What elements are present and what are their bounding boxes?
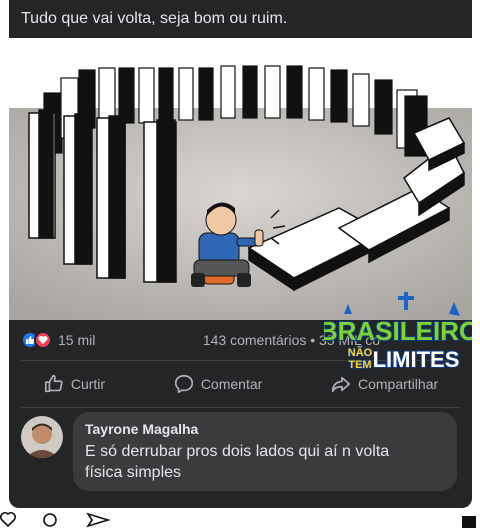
- avatar[interactable]: [21, 416, 63, 458]
- thumbs-up-icon: [44, 374, 63, 393]
- brand-line1: BRASILEIRO: [324, 316, 472, 346]
- comment: Tayrone Magalha E só derrubar pros dois …: [9, 408, 472, 495]
- svg-text:LIMITES: LIMITES: [373, 347, 460, 372]
- comment-text: E só derrubar pros dois lados qui aí n v…: [85, 443, 390, 460]
- comment-text: física simples: [85, 464, 182, 481]
- domino-illustration: [9, 38, 472, 320]
- brasileiro-nao-tem-limites-logo: BRASILEIRO NÃO TEM LIMITES: [324, 292, 472, 373]
- search-icon: [43, 513, 57, 527]
- bottom-toolbar: [0, 510, 480, 528]
- comment-author[interactable]: Tayrone Magalha: [85, 420, 445, 438]
- reactions[interactable]: 15 mil: [21, 331, 95, 349]
- comment-label: Comentar: [200, 376, 263, 392]
- post-stats: 15 mil 143 comentários • 35 MIL co BRASI…: [9, 292, 472, 373]
- love-icon: [34, 331, 52, 349]
- comment-icon: [174, 374, 193, 394]
- svg-text:NÃO: NÃO: [348, 346, 373, 359]
- heart-icon: [0, 511, 17, 528]
- like-button[interactable]: Curtir: [43, 373, 105, 395]
- send-icon: [86, 512, 111, 528]
- post-caption: Tudo que vai volta, seja bom ou ruim.: [21, 10, 288, 27]
- comment-bubble: Tayrone Magalha E só derrubar pros dois …: [73, 412, 457, 491]
- svg-text:TEM: TEM: [348, 359, 371, 371]
- post-card: Tudo que vai volta, seja bom ou ruim. 15…: [9, 0, 472, 508]
- post-image[interactable]: [9, 38, 472, 320]
- comment-button[interactable]: Comentar: [173, 373, 262, 395]
- reaction-count: 15 mil: [58, 332, 96, 348]
- like-label: Curtir: [70, 376, 106, 392]
